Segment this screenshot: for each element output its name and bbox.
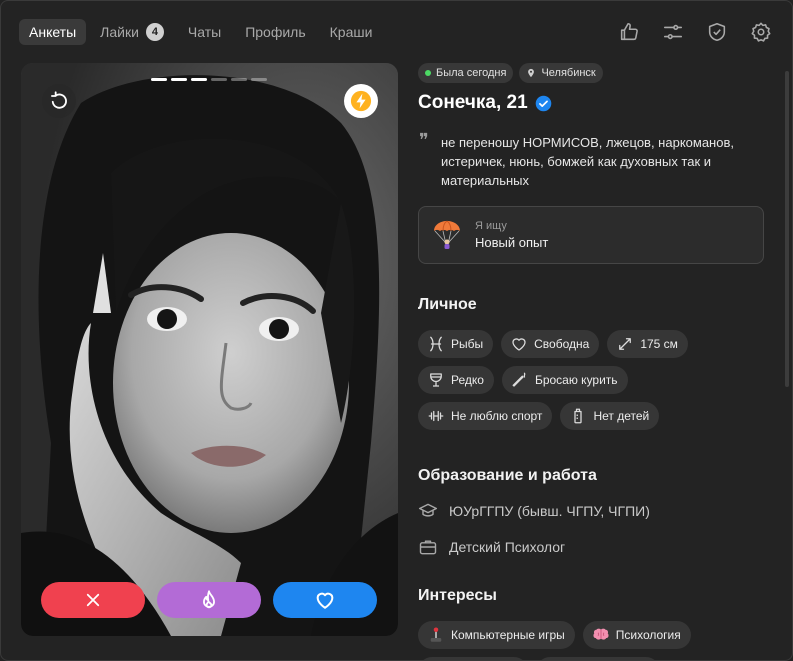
profile-name: Сонечка, 21	[418, 92, 764, 114]
photo-progress-segment	[151, 78, 167, 81]
tab-crushes[interactable]: Краши	[320, 19, 383, 45]
like-button[interactable]	[273, 582, 377, 618]
city-badge: Челябинск	[519, 63, 603, 83]
glass-icon	[430, 373, 442, 387]
looking-for-card: Я ищу Новый опыт	[418, 206, 764, 264]
photo-progress-segment	[251, 78, 267, 81]
personal-chips: Рыбы Свободна 175 см Редко Бросаю курить…	[418, 330, 764, 430]
looking-for-label: Я ищу	[475, 220, 507, 232]
chip-alcohol: Редко	[418, 366, 494, 394]
flame-icon	[203, 590, 215, 609]
baby-bottle-icon	[574, 408, 583, 424]
heart-icon	[316, 592, 334, 609]
chip-smoking: Бросаю курить	[501, 366, 628, 394]
pisces-icon	[430, 336, 442, 352]
dumbbell-icon	[428, 410, 444, 422]
quote-icon: ❞	[419, 130, 429, 151]
app-window: Анкеты Лайки 4 Чаты Профиль Краши Была с…	[0, 0, 793, 661]
location-pin-icon	[528, 68, 535, 78]
super-like-button[interactable]	[157, 582, 261, 618]
verified-icon	[535, 95, 551, 111]
thumbs-up-icon[interactable]	[618, 21, 640, 43]
photo-progress-segment	[191, 78, 207, 81]
likes-count-badge: 4	[145, 23, 164, 41]
top-toolbar	[618, 21, 772, 43]
tab-profiles[interactable]: Анкеты	[19, 19, 87, 45]
brain-icon	[593, 628, 609, 640]
graduation-cap-icon	[418, 503, 438, 517]
gear-icon[interactable]	[750, 21, 772, 43]
profile-photo	[21, 63, 398, 636]
personal-section-title: Личное	[418, 296, 477, 313]
close-icon	[86, 593, 100, 607]
photo-progress	[151, 78, 267, 81]
swipe-actions	[41, 582, 377, 618]
lightning-icon	[350, 90, 372, 112]
chip-height: 175 см	[607, 330, 688, 358]
joystick-icon	[430, 627, 442, 642]
chip-zodiac: Рыбы	[418, 330, 494, 358]
photo-progress-segment	[171, 78, 187, 81]
online-dot-icon	[425, 70, 431, 76]
scrollbar[interactable]	[785, 71, 789, 387]
profile-bio: ❞ не переношу НОРМИСОВ, лжецов, наркоман…	[419, 130, 734, 188]
sliders-icon[interactable]	[662, 21, 684, 43]
photo-progress-segment	[231, 78, 247, 81]
job-row: Детский Психолог	[418, 537, 764, 557]
looking-for-value: Новый опыт	[475, 235, 549, 250]
cigarette-icon	[512, 372, 526, 387]
chip-sport: Не люблю спорт	[418, 402, 553, 430]
top-nav: Анкеты Лайки 4 Чаты Профиль Краши	[19, 19, 382, 45]
boost-button[interactable]	[344, 84, 378, 118]
chip-relationship: Свободна	[501, 330, 600, 358]
undo-icon	[51, 91, 67, 109]
briefcase-icon	[419, 540, 437, 555]
chip-kids: Нет детей	[560, 402, 660, 430]
tab-profile[interactable]: Профиль	[235, 19, 315, 45]
tab-chats[interactable]: Чаты	[178, 19, 231, 45]
chip-interest-more-1	[418, 657, 528, 660]
chip-interest-more-2	[536, 657, 660, 660]
profile-photo-card[interactable]	[21, 63, 398, 636]
interests-section-title: Интересы	[418, 587, 497, 604]
tab-likes[interactable]: Лайки 4	[90, 19, 174, 45]
profile-details: Была сегодня Челябинск Сонечка, 21 ❞ не …	[418, 63, 764, 660]
online-status-badge: Была сегодня	[418, 63, 514, 83]
education-section-title: Образование и работа	[418, 467, 597, 484]
interests-chips: Компьютерные игры Психология	[418, 621, 764, 660]
chip-interest-psychology: Психология	[582, 621, 691, 649]
dislike-button[interactable]	[41, 582, 145, 618]
height-icon	[619, 338, 632, 350]
heart-outline-icon	[512, 338, 526, 351]
education-row: ЮУрГГПУ (бывш. ЧГПУ, ЧГПИ)	[418, 501, 764, 521]
undo-button[interactable]	[42, 84, 76, 118]
photo-progress-segment	[211, 78, 227, 81]
chip-interest-games: Компьютерные игры	[418, 621, 575, 649]
status-row: Была сегодня Челябинск	[418, 63, 764, 83]
shield-check-icon[interactable]	[706, 21, 728, 43]
parachute-icon	[434, 220, 460, 249]
